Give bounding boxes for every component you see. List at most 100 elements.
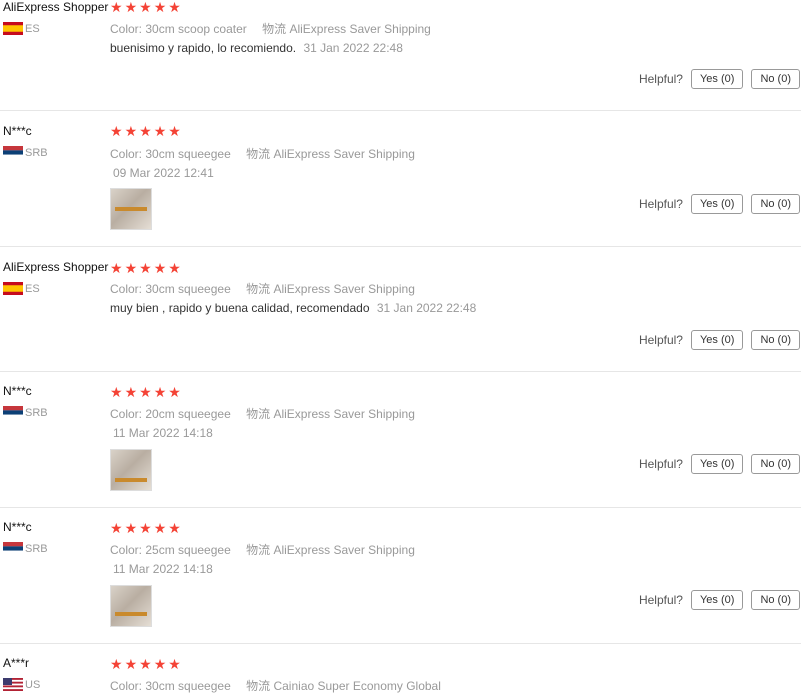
review-date: 09 Mar 2022 12:41	[113, 166, 214, 180]
review-meta: Color: 20cm squeegee 物流 AliExpress Saver…	[110, 405, 415, 422]
star-rating: ★ ★ ★ ★ ★	[110, 657, 181, 671]
reviewer-name: N***c	[3, 124, 32, 138]
review-meta: Color: 30cm squeegee 物流 AliExpress Saver…	[110, 145, 415, 162]
star-icon: ★	[124, 0, 138, 15]
star-icon: ★	[153, 260, 167, 276]
shipping-value: AliExpress Saver Shipping	[289, 22, 431, 36]
star-icon: ★	[110, 520, 123, 536]
star-icon: ★	[168, 0, 181, 15]
star-icon: ★	[168, 520, 181, 536]
star-icon: ★	[139, 384, 152, 400]
reviewer-country: ES	[3, 282, 40, 295]
star-rating: ★ ★ ★ ★ ★	[110, 521, 181, 535]
country-code: SRB	[25, 406, 48, 419]
helpful-yes-button[interactable]: Yes (0)	[690, 69, 744, 89]
star-icon: ★	[153, 656, 167, 672]
helpful-no-button[interactable]: No (0)	[751, 590, 800, 610]
shipping-label: 物流	[246, 147, 271, 161]
shipping-value: AliExpress Saver Shipping	[273, 147, 415, 161]
color-value: 30cm scoop coater	[145, 22, 247, 36]
color-value: 20cm squeegee	[145, 407, 231, 421]
star-icon: ★	[110, 260, 123, 276]
helpful-no-button[interactable]: No (0)	[751, 69, 800, 89]
divider	[0, 507, 801, 508]
divider	[0, 371, 801, 372]
shipping-label: 物流	[246, 543, 271, 557]
star-rating: ★ ★ ★ ★ ★	[110, 0, 181, 14]
review-meta: Color: 30cm scoop coater 物流 AliExpress S…	[110, 20, 431, 37]
divider	[0, 110, 801, 111]
spain-flag-icon	[3, 282, 23, 295]
star-icon: ★	[153, 384, 167, 400]
star-icon: ★	[168, 123, 181, 139]
star-icon: ★	[139, 520, 152, 536]
color-label: Color:	[110, 282, 143, 296]
reviewer-name: AliExpress Shopper	[3, 260, 109, 274]
star-icon: ★	[110, 384, 123, 400]
helpful-area: Helpful? Yes (0) No (0)	[639, 330, 800, 350]
star-icon: ★	[139, 656, 152, 672]
shipping-label: 物流	[246, 282, 271, 296]
color-value: 30cm squeegee	[145, 282, 231, 296]
divider	[0, 643, 801, 644]
star-icon: ★	[168, 260, 181, 276]
helpful-no-button[interactable]: No (0)	[751, 454, 800, 474]
helpful-no-button[interactable]: No (0)	[751, 194, 800, 214]
star-rating: ★ ★ ★ ★ ★	[110, 385, 181, 399]
review-meta: Color: 30cm squeegee 物流 AliExpress Saver…	[110, 280, 415, 297]
star-rating: ★ ★ ★ ★ ★	[110, 124, 181, 138]
review-content: muy bien , rapido y buena calidad, recom…	[110, 301, 476, 315]
color-label: Color:	[110, 22, 143, 36]
color-label: Color:	[110, 543, 143, 557]
review-meta: Color: 30cm squeegee 物流 Cainiao Super Ec…	[110, 677, 441, 694]
helpful-yes-button[interactable]: Yes (0)	[690, 454, 744, 474]
star-icon: ★	[124, 260, 138, 276]
color-label: Color:	[110, 407, 143, 421]
star-icon: ★	[124, 520, 138, 536]
shipping-label: 物流	[246, 679, 271, 693]
helpful-label: Helpful?	[638, 197, 683, 211]
star-icon: ★	[139, 123, 152, 139]
star-icon: ★	[168, 384, 181, 400]
serbia-flag-icon	[3, 146, 23, 159]
divider	[0, 246, 801, 247]
helpful-label: Helpful?	[638, 593, 683, 607]
helpful-yes-button[interactable]: Yes (0)	[690, 590, 744, 610]
star-icon: ★	[110, 656, 123, 672]
country-code: SRB	[25, 146, 48, 159]
helpful-yes-button[interactable]: Yes (0)	[690, 194, 744, 214]
review-photo-thumbnail[interactable]	[110, 449, 152, 491]
review-content: buenisimo y rapido, lo recomiendo. 31 Ja…	[110, 41, 403, 55]
star-icon: ★	[124, 384, 138, 400]
color-label: Color:	[110, 147, 143, 161]
review-text: muy bien , rapido y buena calidad, recom…	[110, 301, 370, 315]
shipping-value: AliExpress Saver Shipping	[273, 407, 415, 421]
review-date: 11 Mar 2022 14:18	[113, 562, 213, 576]
helpful-area: Helpful? Yes (0) No (0)	[639, 590, 800, 610]
serbia-flag-icon	[3, 406, 23, 419]
shipping-value: AliExpress Saver Shipping	[273, 543, 415, 557]
helpful-yes-button[interactable]: Yes (0)	[690, 330, 744, 350]
country-code: SRB	[25, 542, 48, 555]
reviewer-country: SRB	[3, 146, 48, 159]
review-photo-thumbnail[interactable]	[110, 585, 152, 627]
usa-flag-icon	[3, 678, 23, 691]
reviewer-name: N***c	[3, 384, 32, 398]
reviewer-name: N***c	[3, 520, 32, 534]
review-photo-thumbnail[interactable]	[110, 188, 152, 230]
country-code: ES	[25, 282, 40, 295]
color-label: Color:	[110, 679, 143, 693]
reviewer-name: AliExpress Shopper	[3, 0, 109, 14]
star-icon: ★	[153, 520, 167, 536]
star-icon: ★	[153, 123, 167, 139]
review-meta: Color: 25cm squeegee 物流 AliExpress Saver…	[110, 541, 415, 558]
star-icon: ★	[124, 656, 138, 672]
helpful-no-button[interactable]: No (0)	[751, 330, 800, 350]
country-code: ES	[25, 22, 40, 35]
reviewer-country: ES	[3, 22, 40, 35]
star-icon: ★	[124, 123, 138, 139]
helpful-label: Helpful?	[638, 457, 683, 471]
star-icon: ★	[110, 123, 123, 139]
star-icon: ★	[153, 0, 167, 15]
star-icon: ★	[110, 0, 123, 15]
